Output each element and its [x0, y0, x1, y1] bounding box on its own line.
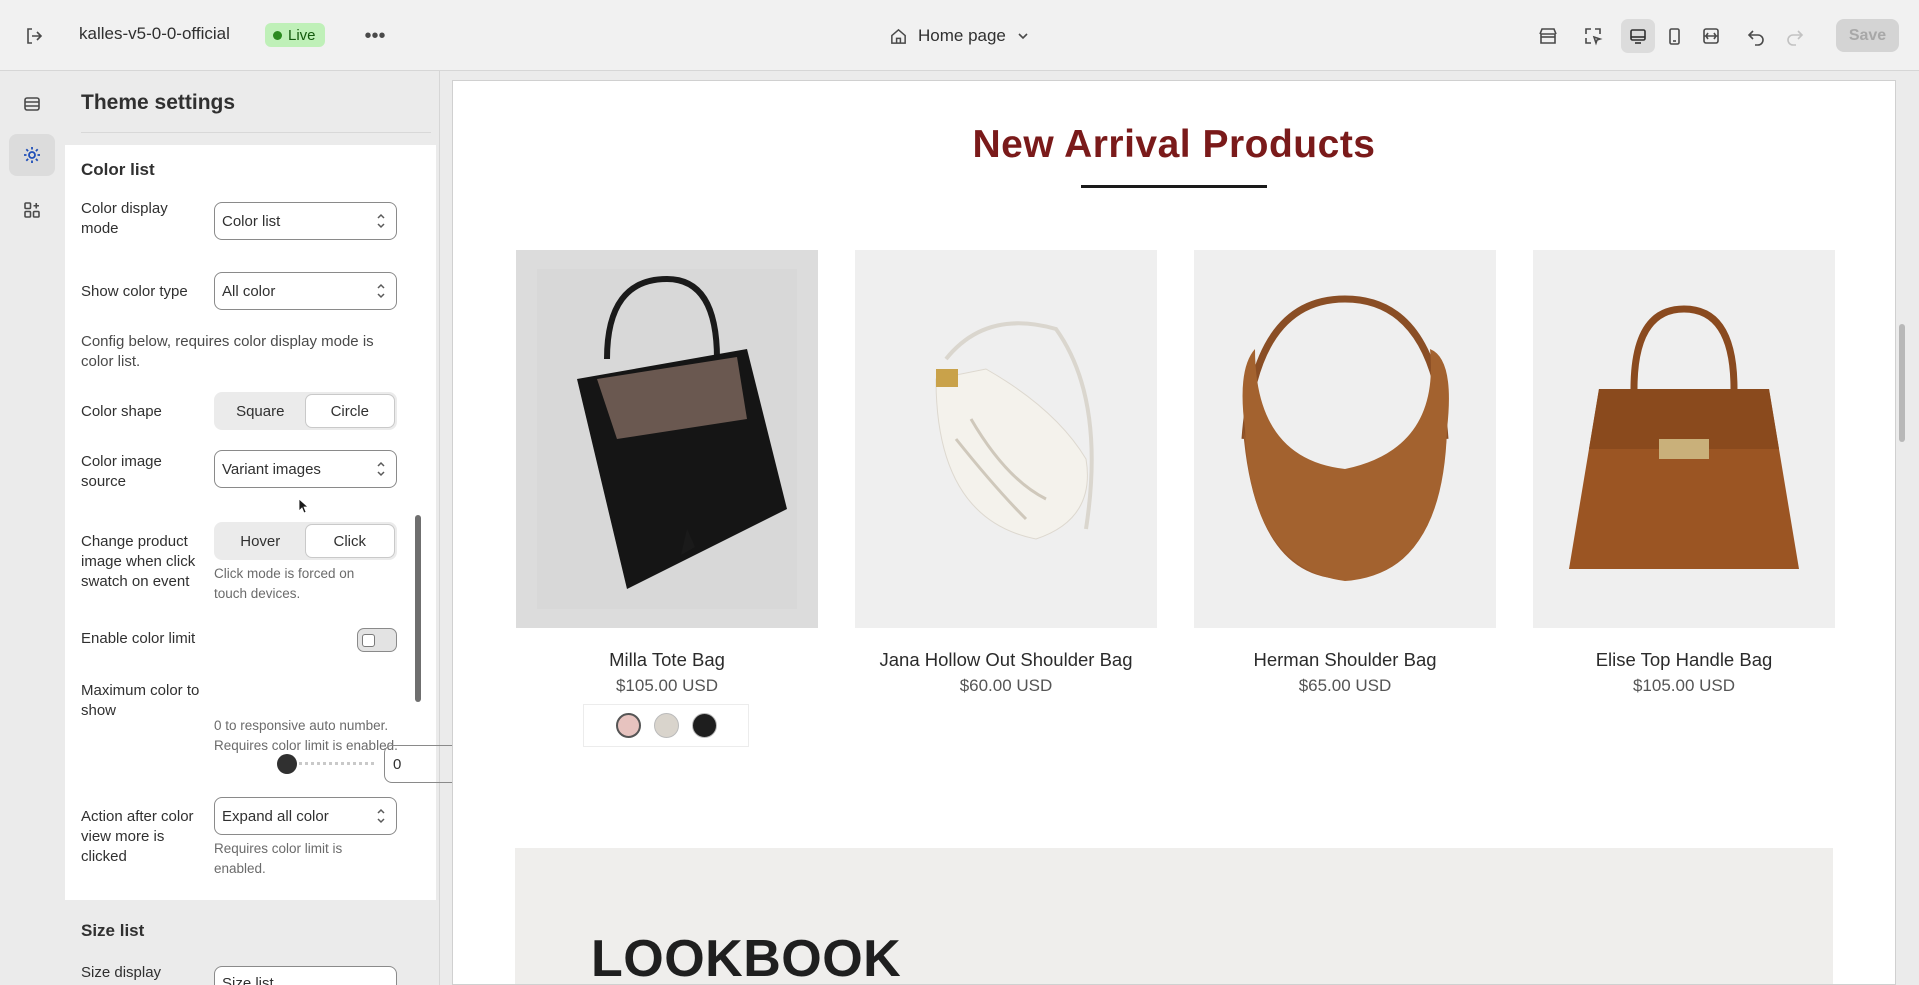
status-label: Live	[288, 26, 316, 44]
select-value: Expand all color	[222, 807, 329, 825]
status-badge: Live	[265, 23, 325, 47]
product-card[interactable]: Milla Tote Bag $105.00 USD	[516, 250, 818, 696]
action-after-help: Requires color limit is enabled.	[214, 841, 343, 876]
product-card[interactable]: Elise Top Handle Bag $105.00 USD	[1533, 250, 1835, 696]
product-name[interactable]: Milla Tote Bag	[516, 649, 818, 671]
panel-title: Theme settings	[81, 91, 236, 114]
left-rail	[0, 71, 64, 985]
size-display-label: Size display	[81, 964, 162, 981]
action-after-label: Action after color view more is clicked	[81, 808, 194, 865]
divider	[81, 132, 431, 133]
size-list-heading: Size list	[81, 921, 145, 940]
size-display-select[interactable]: Size list	[214, 966, 397, 985]
settings-panel: Theme settings Color list Color display …	[64, 71, 460, 985]
mobile-icon[interactable]	[1657, 19, 1691, 53]
color-list-card: Color list Color display mode Color list…	[65, 145, 436, 900]
product-card[interactable]: Herman Shoulder Bag $65.00 USD	[1194, 250, 1496, 696]
apps-icon[interactable]	[9, 189, 55, 231]
product-card[interactable]: Jana Hollow Out Shoulder Bag $60.00 USD	[855, 250, 1157, 696]
color-shape-toggle: Square Circle	[214, 392, 397, 430]
herman-bag-image	[1215, 269, 1475, 609]
color-display-mode-select[interactable]: Color list	[214, 202, 397, 240]
product-name[interactable]: Elise Top Handle Bag	[1533, 649, 1835, 671]
product-image[interactable]	[516, 250, 818, 628]
color-swatch[interactable]	[653, 713, 679, 738]
product-price: $105.00 USD	[615, 676, 719, 695]
toggle-knob	[362, 634, 375, 647]
storefront-preview: New Arrival Products Milla Tote Bag $105…	[452, 80, 1896, 985]
select-value: Size list	[222, 975, 274, 985]
max-color-slider-thumb[interactable]	[277, 754, 297, 774]
product-price: $105.00 USD	[1632, 676, 1736, 695]
max-color-help: 0 to responsive auto number. Requires co…	[214, 718, 398, 753]
top-bar: kalles-v5-0-0-official Live ••• Home pag…	[0, 0, 1919, 71]
full-width-icon[interactable]	[1694, 19, 1728, 53]
save-button[interactable]: Save	[1836, 19, 1899, 52]
show-color-type-label: Show color type	[81, 283, 188, 300]
product-image[interactable]	[1533, 250, 1835, 628]
max-color-label: Maximum color to show	[81, 682, 200, 719]
theme-settings-icon[interactable]	[9, 134, 55, 176]
store-name: kalles-v5-0-0-official	[79, 24, 230, 43]
change-image-label: Change product image when click swatch o…	[81, 533, 196, 590]
show-color-type-select[interactable]: All color	[214, 272, 397, 310]
change-image-toggle: Hover Click	[214, 522, 397, 560]
select-value: Color list	[222, 212, 281, 230]
select-arrows-icon	[377, 461, 385, 477]
live-dot-icon	[273, 30, 282, 40]
elise-bag-image	[1554, 269, 1814, 609]
select-arrows-icon	[377, 213, 385, 229]
select-value: Variant images	[222, 460, 321, 478]
max-color-slider-track[interactable]	[287, 762, 374, 766]
select-value: All color	[222, 282, 276, 300]
enable-color-limit-toggle[interactable]	[357, 628, 397, 652]
title-underline	[1081, 185, 1267, 188]
mouse-cursor-icon	[298, 498, 308, 514]
store-icon[interactable]	[1533, 21, 1563, 51]
product-price: $65.00 USD	[1298, 676, 1392, 695]
color-shape-square[interactable]: Square	[216, 394, 305, 428]
color-swatch[interactable]	[615, 713, 641, 738]
section-title: New Arrival Products	[972, 123, 1376, 166]
product-image[interactable]	[855, 250, 1157, 628]
color-image-source-select[interactable]: Variant images	[214, 450, 397, 488]
page-label: Home page	[918, 26, 1006, 45]
product-name[interactable]: Herman Shoulder Bag	[1194, 649, 1496, 671]
panel-scrollbar[interactable]	[415, 515, 421, 702]
inspect-icon[interactable]	[1578, 21, 1608, 51]
undo-icon[interactable]	[1741, 21, 1771, 51]
more-icon[interactable]: •••	[360, 22, 390, 50]
sections-icon[interactable]	[9, 83, 55, 125]
product-price: $60.00 USD	[959, 676, 1053, 695]
color-swatch[interactable]	[691, 713, 717, 738]
max-color-input[interactable]: 0	[384, 745, 460, 783]
product-image[interactable]	[1194, 250, 1496, 628]
select-arrows-icon	[377, 283, 385, 299]
redo-icon[interactable]	[1780, 21, 1810, 51]
desktop-icon[interactable]	[1621, 19, 1655, 53]
action-after-select[interactable]: Expand all color	[214, 797, 397, 835]
chevron-down-icon	[1018, 33, 1028, 40]
page-selector[interactable]: Home page	[889, 20, 1030, 52]
color-swatch-bar	[583, 704, 749, 747]
select-arrows-icon	[377, 808, 385, 824]
color-list-heading: Color list	[81, 160, 155, 179]
change-image-help: Click mode is forced on touch devices.	[214, 566, 355, 601]
enable-color-limit-label: Enable color limit	[81, 630, 196, 647]
tote-bag-image	[537, 269, 797, 609]
hollow-shoulder-bag-image	[876, 269, 1136, 609]
product-name[interactable]: Jana Hollow Out Shoulder Bag	[855, 649, 1157, 671]
config-note: Config below, requires color display mod…	[81, 333, 374, 370]
change-image-hover[interactable]: Hover	[216, 524, 305, 558]
change-image-click[interactable]: Click	[304, 524, 395, 558]
preview-scrollbar[interactable]	[1899, 324, 1905, 442]
color-image-source-label: Color image source	[81, 453, 162, 490]
home-icon	[891, 28, 906, 44]
max-color-value: 0	[393, 755, 402, 773]
color-shape-circle[interactable]: Circle	[304, 394, 395, 428]
color-display-mode-label: Color display mode	[81, 200, 168, 237]
color-shape-label: Color shape	[81, 403, 162, 420]
exit-icon[interactable]	[20, 22, 48, 50]
lookbook-title: LOOKBOOK	[591, 930, 902, 985]
